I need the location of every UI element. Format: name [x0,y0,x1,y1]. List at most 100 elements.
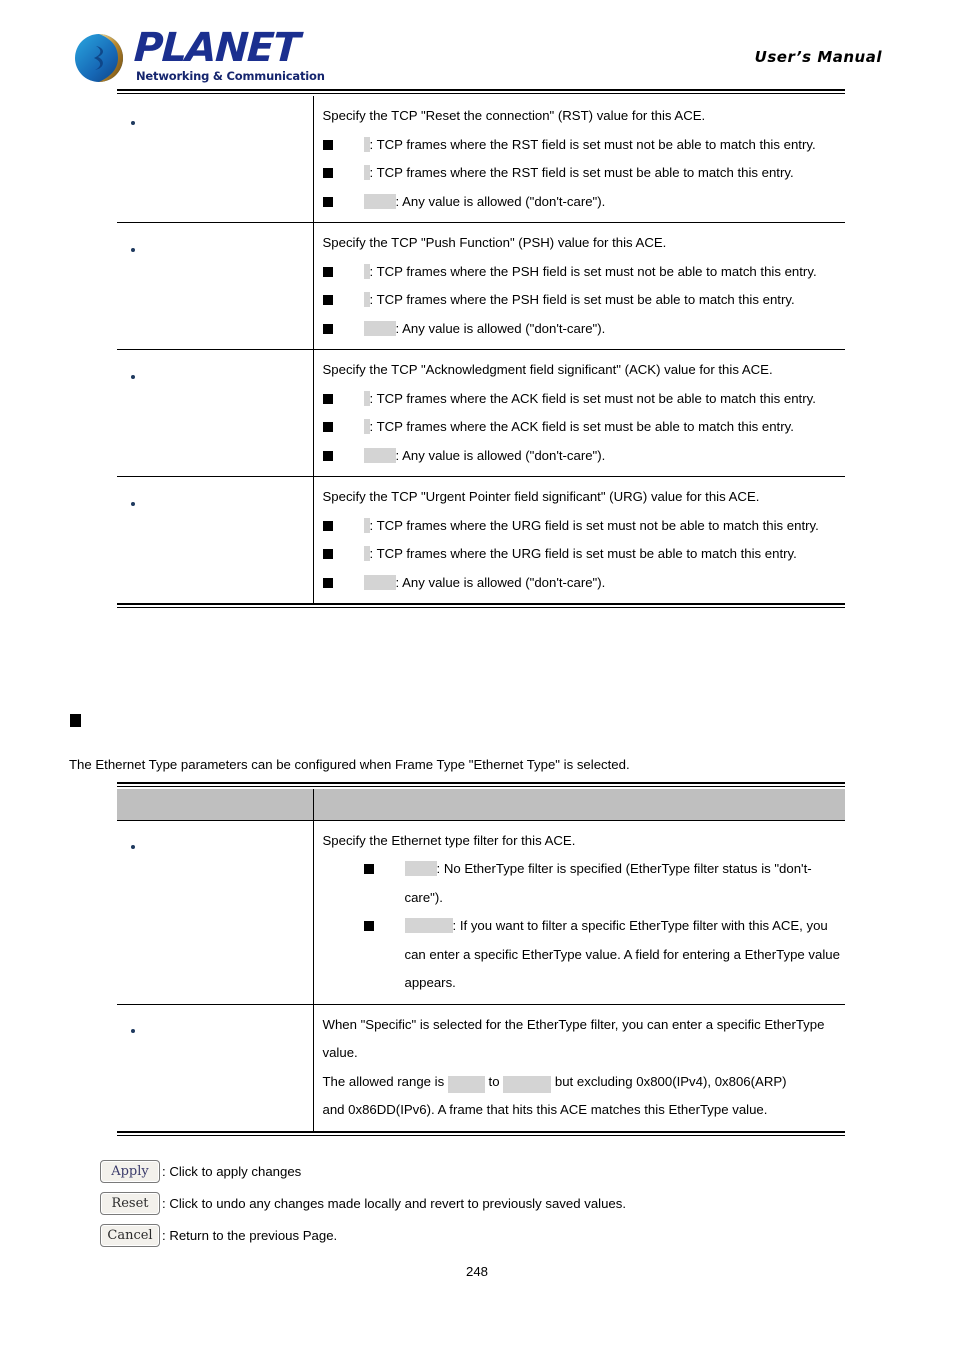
table-row: Specify the TCP "Push Function" (PSH) va… [117,222,845,350]
bullet-icon [131,845,135,850]
redacted-value-chip [363,574,396,590]
row-description-cell: Specify the TCP "Acknowledgment field si… [313,350,845,477]
square-bullet-icon [322,139,333,150]
redacted-value-chip [363,165,370,181]
reset-button-description: : Click to undo any changes made locally… [162,1195,627,1211]
bullet-icon [131,1029,135,1034]
table-row: Specify the TCP "Acknowledgment field si… [117,349,845,477]
section-heading-bullet-icon [70,714,81,727]
option-description: : Any value is allowed ("don't-care"). [395,193,606,209]
range-line: The allowed range is to but excluding 0x… [323,1068,846,1097]
option-description: : TCP frames where the RST field is set … [369,165,794,180]
header-cell-object [117,789,314,820]
option-description: : TCP frames where the URG field is set … [369,546,797,561]
option-item: : If you want to filter a specific Ether… [323,912,846,998]
square-bullet-icon [322,549,333,559]
option-item: : TCP frames where the ACK field is set … [322,413,846,442]
redacted-value-chip [363,263,370,279]
option-item: : Any value is allowed ("don't-care"). [322,569,846,598]
cancel-button[interactable]: Cancel [100,1223,160,1247]
option-list: : TCP frames where the PSH field is set … [322,258,846,344]
option-item: : TCP frames where the PSH field is set … [322,258,846,287]
table-row: When "Specific" is selected for the Ethe… [117,1004,845,1131]
option-item: : No EtherType filter is specified (Ethe… [323,855,846,912]
option-description: : TCP frames where the PSH field is set … [369,292,795,307]
row-line: and 0x86DD(IPv6). A frame that hits this… [322,1102,768,1117]
bullet-icon [131,501,135,506]
option-list: : TCP frames where the URG field is set … [322,512,846,598]
apply-button[interactable]: Apply [100,1159,160,1183]
row-description-cell: Specify the TCP "Reset the connection" (… [313,96,845,223]
row-label-cell [117,349,314,477]
table-row: Specify the Ethernet type filter for thi… [117,820,845,1004]
square-bullet-icon [322,422,333,432]
option-description: : TCP frames where the ACK field is set … [369,390,816,406]
option-item: : TCP frames where the URG field is set … [322,512,846,541]
redacted-value-chip [404,918,453,934]
button-legend: Apply : Click to apply changes Reset : Clic… [100,1155,900,1251]
option-description: : TCP frames where the ACK field is set … [369,419,794,434]
row-label-cell [117,476,314,603]
option-item: : TCP frames where the URG field is set … [322,540,846,569]
row-description-cell: Specify the TCP "Push Function" (PSH) va… [313,223,845,350]
page-number: 248 [465,1264,488,1279]
cancel-button-label: Cancel [107,1227,153,1243]
option-item: : Any value is allowed ("don't-care"). [322,442,846,471]
square-bullet-icon [322,577,333,588]
option-list: : No EtherType filter is specified (Ethe… [323,855,846,998]
legend-row: Reset : Click to undo any changes made lo… [100,1187,900,1219]
table-row: Specify the TCP "Urgent Pointer field si… [117,476,845,604]
tcp-table-top-rule [117,89,845,94]
redacted-value-chip [363,419,370,435]
legend-row: Apply : Click to apply changes [100,1155,900,1187]
row-description-cell: Specify the TCP "Urgent Pointer field si… [313,477,845,604]
option-list: : TCP frames where the ACK field is set … [322,385,846,471]
option-list: : TCP frames where the RST field is set … [322,131,846,217]
ethernet-table-bottom-rule [117,1131,845,1136]
legend-row: Cancel: Return to the previous Page. [100,1219,900,1251]
square-bullet-icon [322,196,333,207]
reset-button-label: Reset [111,1195,149,1211]
reset-button[interactable]: Reset [100,1191,160,1215]
square-bullet-icon [322,323,333,334]
ethernet-table-top-rule [117,782,845,787]
redacted-value-chip [363,292,370,308]
apply-button-description: : Click to apply changes [162,1163,302,1179]
option-item: : TCP frames where the PSH field is set … [322,286,846,315]
option-description: : If you want to filter a specific Ether… [404,918,840,990]
row-intro: Specify the Ethernet type filter for thi… [322,832,576,848]
row-intro: Specify the TCP "Reset the connection" (… [322,108,706,123]
option-item: : TCP frames where the RST field is set … [322,131,846,160]
redacted-value-chip [363,546,370,562]
row-label-cell [117,222,314,350]
option-item: : Any value is allowed ("don't-care"). [322,315,846,344]
row-description-cell: Specify the Ethernet type filter for thi… [313,820,845,1004]
redacted-value-chip [363,390,370,406]
row-label-cell [117,1004,314,1131]
option-item: : Any value is allowed ("don't-care"). [322,188,846,217]
apply-button-label: Apply [111,1163,149,1179]
row-intro: Specify the TCP "Acknowledgment field si… [322,362,773,377]
option-description: : Any value is allowed ("don't-care"). [395,447,606,463]
bullet-icon [131,247,135,252]
option-description: : TCP frames where the URG field is set … [369,517,819,533]
row-description-cell: When "Specific" is selected for the Ethe… [313,1004,845,1131]
range-prefix: The allowed range is [322,1073,445,1089]
manual-label: User’s Manual [754,48,882,66]
option-description: : TCP frames where the PSH field is set … [369,263,817,279]
square-bullet-icon [363,921,374,931]
brand-tagline: Networking & Communication [136,69,325,83]
option-item: : TCP frames where the ACK field is set … [322,385,846,414]
square-bullet-icon [363,864,374,874]
option-description: : No EtherType filter is specified (Ethe… [404,861,812,905]
square-bullet-icon [322,450,333,461]
redacted-value-chip [363,320,396,336]
tcp-table-bottom-rule [117,603,845,608]
square-bullet-icon [322,168,333,178]
redacted-value-chip [404,861,437,877]
redacted-value-chip [363,136,370,152]
range-joiner: to [488,1073,500,1089]
range-min-chip [447,1075,485,1093]
square-bullet-icon [322,295,333,305]
square-bullet-icon [322,520,333,531]
